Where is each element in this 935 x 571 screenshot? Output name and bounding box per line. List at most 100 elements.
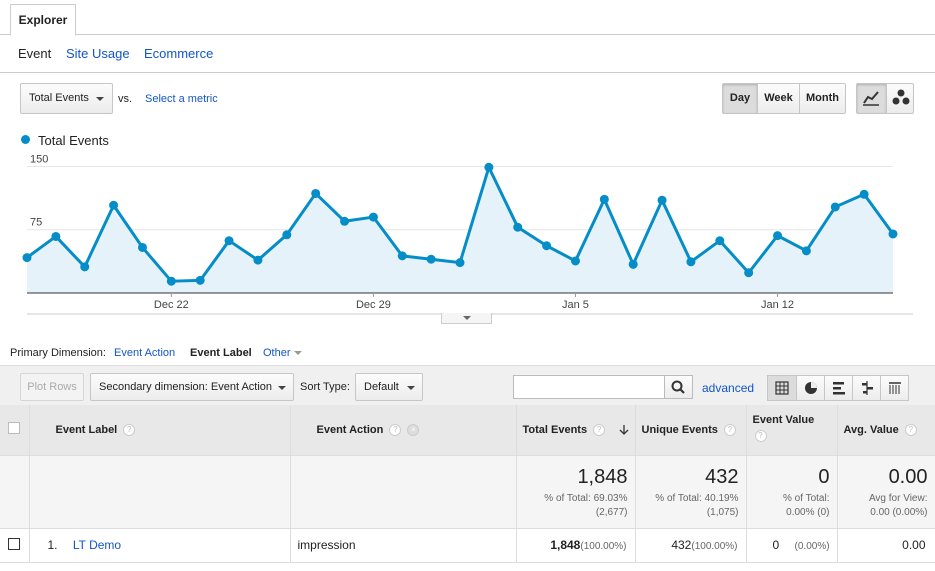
motion-chart-button[interactable]: [886, 84, 914, 113]
event-value-total: 0 % of Total: 0.00% (0): [746, 455, 838, 529]
secondary-dimension-select[interactable]: Secondary dimension: Event Action: [90, 373, 294, 401]
row-total-events: 1,848: [550, 538, 581, 552]
x-tick-label: Jan 12: [761, 299, 794, 311]
tab-explorer[interactable]: Explorer: [10, 4, 76, 36]
search-icon: [671, 380, 685, 394]
event-label-cell: 1. LT Demo: [29, 528, 291, 563]
data-point: [426, 254, 436, 264]
x-tick-label: Dec 22: [154, 299, 189, 311]
search-button[interactable]: [664, 375, 693, 399]
performance-view-button[interactable]: [824, 376, 852, 400]
comparison-icon: [862, 381, 873, 395]
col-unique-events[interactable]: Unique Events?: [635, 405, 747, 456]
table-search-input[interactable]: [513, 375, 665, 399]
unique-events-total: 432 % of Total: 40.19% (1,075): [635, 455, 747, 529]
pivot-view-button[interactable]: [880, 376, 908, 400]
help-icon[interactable]: ?: [754, 430, 767, 442]
avg-value-overall: 0.00 (0.00%): [870, 506, 928, 518]
data-view-button[interactable]: [768, 376, 796, 400]
grid-icon: [775, 381, 789, 395]
total-events-chart: 150 75 Dec 22 Dec 29 Jan 5 Jan 12: [22, 153, 913, 315]
event-value-overall: 0.00% (0): [786, 506, 830, 518]
period-toggle: Day Week Month: [722, 83, 846, 114]
subtab-site-usage[interactable]: Site Usage: [66, 46, 130, 61]
metric-select[interactable]: Total Events: [20, 83, 113, 114]
data-point: [340, 216, 350, 226]
plot-rows-button[interactable]: Plot Rows: [20, 373, 84, 401]
data-point: [513, 222, 523, 232]
help-icon[interactable]: ?: [123, 423, 136, 436]
help-icon[interactable]: ?: [593, 423, 606, 436]
dimension-event-label[interactable]: Event Label: [190, 347, 252, 359]
x-tick-label: Jan 5: [562, 299, 589, 311]
metric-select-value: Total Events: [29, 92, 89, 104]
comparison-view-button[interactable]: [852, 376, 880, 400]
totals-empty-cell: [290, 455, 517, 529]
pie-chart-icon: [805, 382, 817, 394]
y-tick-label: 75: [30, 217, 42, 229]
help-icon[interactable]: ?: [723, 423, 736, 436]
data-point: [801, 246, 811, 256]
data-point: [859, 189, 869, 199]
avg-value-value: 0.00: [888, 465, 928, 488]
col-event-label[interactable]: Event Label?: [29, 405, 291, 456]
data-point: [830, 202, 840, 212]
table-header-row: Event Label? Event Action? × Total Events…: [0, 405, 935, 456]
data-point: [311, 188, 321, 198]
chevron-down-icon: [293, 351, 302, 356]
dimension-other[interactable]: Other: [263, 347, 302, 359]
col-total-events[interactable]: Total Events?: [516, 405, 636, 456]
remove-dimension-icon[interactable]: ×: [407, 423, 420, 436]
chart-collapse-button[interactable]: [441, 313, 492, 324]
data-point: [599, 194, 609, 204]
data-point: [397, 251, 407, 261]
help-icon[interactable]: ?: [389, 423, 402, 436]
chevron-down-icon: [278, 386, 286, 390]
week-button[interactable]: Week: [757, 84, 799, 113]
subtab-event[interactable]: Event: [18, 46, 51, 61]
data-point: [166, 276, 176, 286]
secondary-dimension-value: Secondary dimension: Event Action: [99, 381, 273, 393]
data-point: [137, 242, 147, 252]
dimension-event-action[interactable]: Event Action: [114, 347, 175, 359]
data-point: [628, 259, 638, 269]
x-tick-label: Dec 29: [356, 299, 391, 311]
select-all-cell: [0, 405, 30, 456]
data-point: [542, 241, 552, 251]
day-button[interactable]: Day: [723, 84, 757, 113]
select-metric-link[interactable]: Select a metric: [145, 93, 218, 105]
advanced-filter-link[interactable]: advanced: [702, 381, 754, 395]
data-point: [109, 200, 119, 210]
line-chart-button[interactable]: [857, 84, 886, 113]
col-avg-value[interactable]: Avg. Value?: [837, 405, 935, 456]
data-point: [570, 256, 580, 266]
row-checkbox[interactable]: [8, 537, 20, 550]
line-chart-icon: [863, 91, 879, 106]
chevron-down-icon: [463, 316, 471, 320]
data-point: [455, 258, 465, 268]
col-event-action[interactable]: Event Action? ×: [290, 405, 517, 456]
data-point: [773, 231, 783, 241]
avg-value-label: Avg for View:: [868, 492, 928, 504]
col-unique-events-text: Unique Events: [641, 423, 718, 436]
avg-value-cell: 0.00: [837, 528, 935, 563]
event-label-link[interactable]: LT Demo: [73, 538, 121, 552]
event-value-cell: 0 (0.00%): [746, 528, 838, 563]
col-avg-value-text: Avg. Value: [843, 423, 899, 436]
data-point: [715, 236, 725, 246]
month-button[interactable]: Month: [799, 84, 845, 113]
avg-value-total: 0.00 Avg for View: 0.00 (0.00%): [837, 455, 935, 529]
totals-empty-cell: [29, 455, 291, 529]
table-view-toggle: [767, 375, 909, 401]
col-event-value[interactable]: Event Value?: [746, 405, 838, 456]
sort-type-select[interactable]: Default: [355, 373, 423, 401]
subtab-ecommerce[interactable]: Ecommerce: [144, 46, 213, 61]
percentage-view-button[interactable]: [796, 376, 824, 400]
unique-events-value: 432: [705, 465, 739, 488]
dimension-other-label: Other: [263, 347, 291, 359]
data-point: [686, 257, 696, 267]
data-point: [51, 231, 61, 241]
select-all-checkbox[interactable]: [8, 422, 20, 435]
bar-chart-icon: [833, 382, 845, 395]
help-icon[interactable]: ?: [904, 423, 917, 436]
